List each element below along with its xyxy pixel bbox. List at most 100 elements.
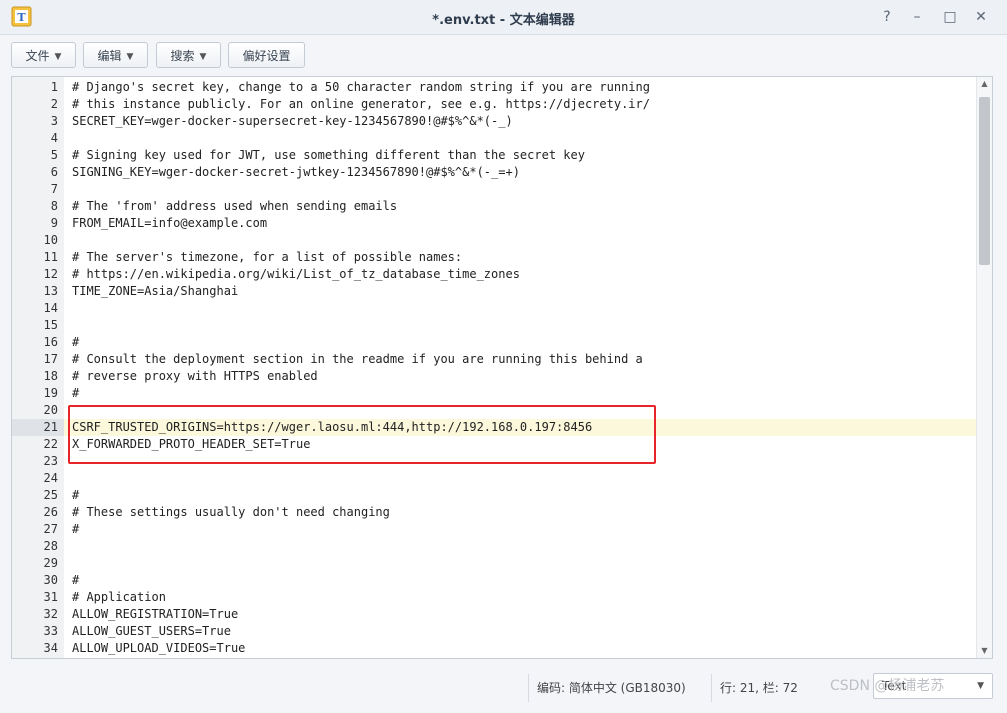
preferences-button[interactable]: 偏好设置 [228,42,305,68]
line-text[interactable]: # https://en.wikipedia.org/wiki/List_of_… [72,266,520,283]
line-text[interactable]: # [72,334,79,351]
code-line[interactable]: 22 X_FORWARDED_PROTO_HEADER_SET=True [12,436,978,453]
code-line[interactable]: 17 # Consult the deployment section in th… [12,351,978,368]
edit-menu-button[interactable]: 编辑 ▼ [83,42,148,68]
line-text[interactable]: # [72,385,79,402]
line-number: 32 [43,607,58,621]
line-number: 20 [43,403,58,417]
line-text[interactable]: TIME_ZONE=Asia/Shanghai [72,283,238,300]
line-text[interactable]: CSRF_TRUSTED_ORIGINS=https://wger.laosu.… [72,419,592,436]
chevron-down-icon: ▼ [54,52,62,62]
code-line[interactable]: 28 [12,538,978,555]
code-line[interactable]: 32 ALLOW_REGISTRATION=True [12,606,978,623]
help-icon[interactable]: ? [878,8,896,26]
code-line[interactable]: 19 # [12,385,978,402]
line-text[interactable]: # [72,487,79,504]
code-line[interactable]: 23 [12,453,978,470]
code-line[interactable]: 26 # These settings usually don't need ch… [12,504,978,521]
line-text[interactable]: FROM_EMAIL=info@example.com [72,215,267,232]
line-number: 30 [43,573,58,587]
watermark: CSDN @杨浦老苏 [830,678,945,694]
line-text[interactable]: # Consult the deployment section in the … [72,351,643,368]
code-line[interactable]: 25 # [12,487,978,504]
line-text[interactable]: ALLOW_GUEST_USERS=True [72,623,231,640]
maximize-icon[interactable]: □ [941,8,959,26]
chevron-down-icon: ▼ [199,52,207,62]
code-line[interactable]: 8 # The 'from' address used when sending … [12,198,978,215]
code-line[interactable]: 12 # https://en.wikipedia.org/wiki/List_o… [12,266,978,283]
line-number: 26 [43,505,58,519]
line-number: 21 [12,419,64,436]
code-line[interactable]: 6 SIGNING_KEY=wger-docker-secret-jwtkey-1… [12,164,978,181]
code-line[interactable]: 3 SECRET_KEY=wger-docker-supersecret-key-… [12,113,978,130]
code-line[interactable]: 21 CSRF_TRUSTED_ORIGINS=https://wger.laos… [12,419,978,436]
code-line[interactable]: 4 [12,130,978,147]
code-line[interactable]: 31 # Application [12,589,978,606]
code-line[interactable]: 16 # [12,334,978,351]
line-number: 28 [43,539,58,553]
line-text[interactable]: # reverse proxy with HTTPS enabled [72,368,318,385]
line-text[interactable]: X_FORWARDED_PROTO_HEADER_SET=True [72,436,310,453]
encoding-status[interactable]: 编码: 简体中文 (GB18030) [528,674,694,702]
code-line[interactable]: 9 FROM_EMAIL=info@example.com [12,215,978,232]
code-line[interactable]: 15 [12,317,978,334]
vertical-scrollbar[interactable]: ▲ ▼ [976,77,992,658]
line-number: 34 [43,641,58,655]
line-text[interactable]: # These settings usually don't need chan… [72,504,390,521]
code-line[interactable]: 10 [12,232,978,249]
code-line[interactable]: 30 # [12,572,978,589]
line-number: 6 [50,165,58,179]
line-number: 15 [43,318,58,332]
code-line[interactable]: 24 [12,470,978,487]
scrollbar-thumb[interactable] [979,97,990,265]
line-number: 7 [50,182,58,196]
line-text[interactable]: ALLOW_UPLOAD_VIDEOS=True [72,640,245,657]
scroll-down-icon[interactable]: ▼ [977,644,992,658]
line-number: 22 [43,437,58,451]
line-text[interactable]: # Signing key used for JWT, use somethin… [72,147,585,164]
code-line[interactable]: 27 # [12,521,978,538]
code-line[interactable]: 34 ALLOW_UPLOAD_VIDEOS=True [12,640,978,657]
code-line[interactable]: 2 # this instance publicly. For an online… [12,96,978,113]
title-bar: T *.env.txt - 文本编辑器 ? – □ ✕ [0,0,1007,35]
line-number: 5 [50,148,58,162]
code-line[interactable]: 5 # Signing key used for JWT, use somethi… [12,147,978,164]
code-line[interactable]: 29 [12,555,978,572]
line-number: 10 [43,233,58,247]
code-line[interactable]: 14 [12,300,978,317]
code-line[interactable]: 11 # The server's timezone, for a list of… [12,249,978,266]
code-line[interactable]: 20 [12,402,978,419]
line-text[interactable]: SIGNING_KEY=wger-docker-secret-jwtkey-12… [72,164,520,181]
search-menu-label: 搜索 [170,49,195,63]
close-icon[interactable]: ✕ [972,8,990,26]
line-number: 13 [43,284,58,298]
line-number: 1 [50,80,58,94]
scroll-up-icon[interactable]: ▲ [977,77,992,91]
file-menu-label: 文件 [25,49,50,63]
line-number: 17 [43,352,58,366]
minimize-icon[interactable]: – [908,8,926,26]
code-line[interactable]: 13 TIME_ZONE=Asia/Shanghai [12,283,978,300]
line-text[interactable]: # Django's secret key, change to a 50 ch… [72,79,650,96]
code-lines[interactable]: 1 # Django's secret key, change to a 50 c… [12,79,978,657]
line-number: 29 [43,556,58,570]
line-text[interactable]: # [72,572,79,589]
line-text[interactable]: ALLOW_REGISTRATION=True [72,606,238,623]
toolbar: 文件 ▼ 编辑 ▼ 搜索 ▼ 偏好设置 [0,35,1007,75]
file-menu-button[interactable]: 文件 ▼ [11,42,76,68]
line-text[interactable]: SECRET_KEY=wger-docker-supersecret-key-1… [72,113,513,130]
line-text[interactable]: # [72,521,79,538]
code-line[interactable]: 33 ALLOW_GUEST_USERS=True [12,623,978,640]
line-text[interactable]: # Application [72,589,166,606]
line-number: 25 [43,488,58,502]
line-text[interactable]: # this instance publicly. For an online … [72,96,650,113]
chevron-down-icon: ▼ [126,52,134,62]
editor-area[interactable]: 1 # Django's secret key, change to a 50 c… [11,76,993,659]
line-text[interactable]: # The server's timezone, for a list of p… [72,249,462,266]
line-number: 19 [43,386,58,400]
line-text[interactable]: # The 'from' address used when sending e… [72,198,397,215]
code-line[interactable]: 18 # reverse proxy with HTTPS enabled [12,368,978,385]
code-line[interactable]: 7 [12,181,978,198]
code-line[interactable]: 1 # Django's secret key, change to a 50 c… [12,79,978,96]
search-menu-button[interactable]: 搜索 ▼ [156,42,221,68]
